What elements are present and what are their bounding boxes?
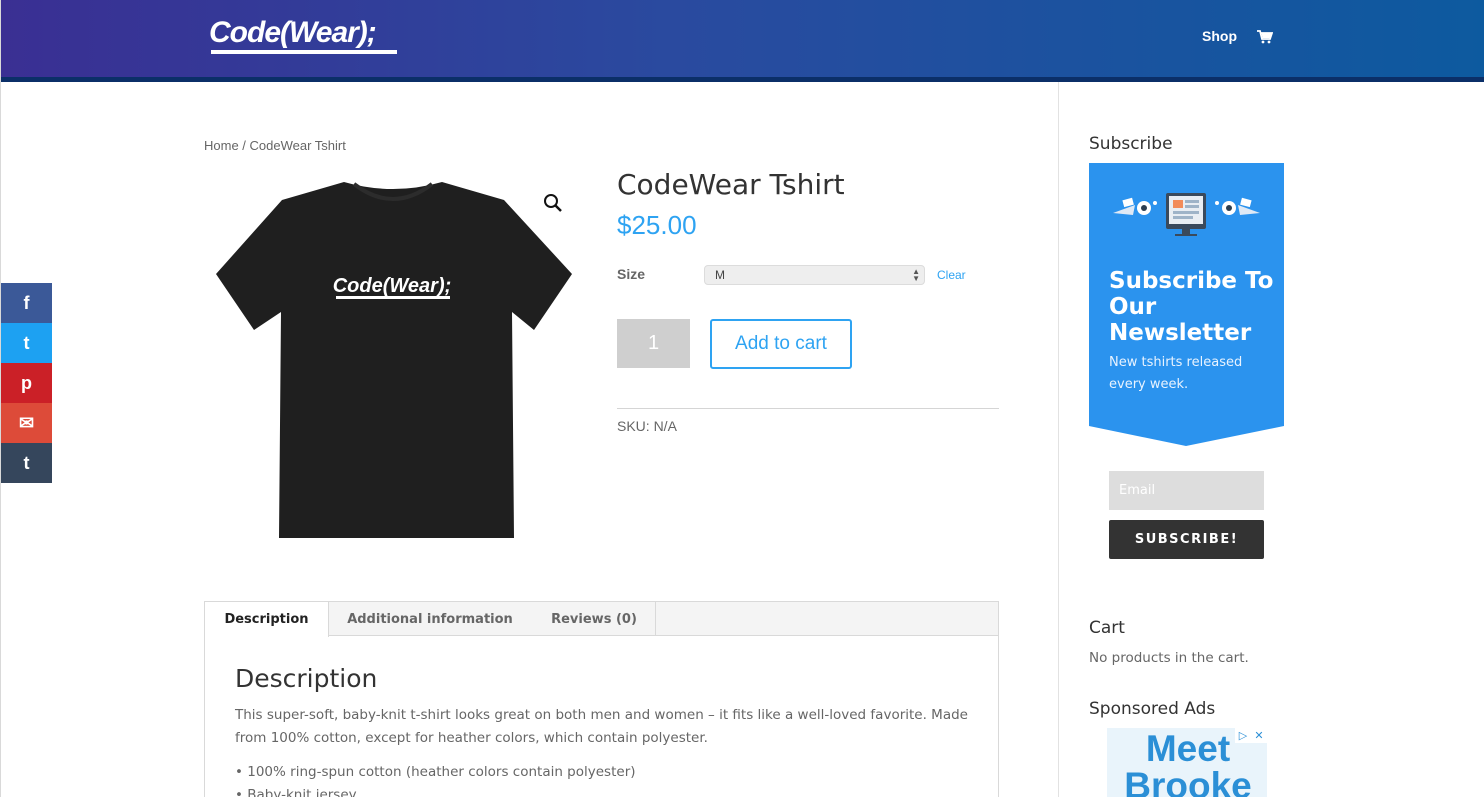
cart-heading: Cart — [1089, 618, 1125, 638]
product-price: $25.00 — [617, 210, 697, 240]
quantity-input[interactable]: 1 — [617, 319, 690, 368]
page: Code(Wear); Shop f t p ✉ t Home / CodeWe… — [0, 0, 1484, 797]
subscribe-title: Subscribe To Our Newsletter — [1109, 268, 1274, 346]
email-share-button[interactable]: ✉ — [1, 403, 52, 443]
tumblr-icon: t — [23, 452, 30, 473]
pinterest-share-button[interactable]: p — [1, 363, 52, 403]
pinterest-icon: p — [21, 372, 32, 393]
header-strip — [1, 77, 1484, 82]
twitter-icon: t — [23, 332, 30, 353]
logo-text: Code(Wear); — [209, 16, 377, 49]
site-header: Code(Wear); Shop — [1, 0, 1484, 82]
tab-additional-information[interactable]: Additional information — [331, 602, 529, 636]
magnify-icon[interactable] — [543, 193, 563, 213]
add-to-cart-button[interactable]: Add to cart — [710, 319, 852, 369]
description-text: This super-soft, baby-knit t-shirt looks… — [235, 707, 968, 746]
sidebar-divider — [1058, 82, 1059, 797]
email-field[interactable]: Email — [1109, 471, 1264, 510]
adchoices-icon[interactable]: ▷ — [1235, 728, 1251, 743]
description-heading: Description — [235, 664, 378, 693]
facebook-icon: f — [23, 292, 30, 313]
size-select-value: M — [715, 268, 725, 282]
email-icon: ✉ — [18, 412, 35, 433]
subscribe-button[interactable]: SUBSCRIBE! — [1109, 520, 1264, 559]
clear-variation-link[interactable]: Clear — [937, 268, 966, 282]
facebook-share-button[interactable]: f — [1, 283, 52, 323]
close-icon[interactable]: ✕ — [1251, 728, 1267, 743]
product-image[interactable]: Code(Wear); — [204, 170, 582, 550]
tab-separator — [655, 602, 656, 636]
tab-reviews[interactable]: Reviews (0) — [533, 602, 655, 636]
size-label: Size — [617, 266, 646, 282]
shopping-cart-icon[interactable] — [1257, 30, 1273, 44]
description-bullet: • Baby-knit jersey — [235, 787, 357, 797]
product-meta-divider — [617, 408, 999, 409]
breadcrumb[interactable]: Home / CodeWear Tshirt — [204, 138, 346, 153]
product-sku: SKU: N/A — [617, 418, 677, 434]
logo-underline — [211, 50, 397, 54]
sponsored-ad[interactable]: Meet Brooke ▷ ✕ — [1107, 728, 1267, 797]
subscribe-description: New tshirts released every week. — [1109, 355, 1243, 392]
tab-description[interactable]: Description — [205, 602, 329, 637]
subscribe-heading: Subscribe — [1089, 134, 1173, 154]
size-select[interactable]: M ▲ ▼ — [704, 265, 925, 285]
sponsored-ads-heading: Sponsored Ads — [1089, 699, 1216, 719]
site-logo[interactable]: Code(Wear); — [209, 16, 401, 58]
select-arrows-icon: ▲ ▼ — [912, 267, 920, 283]
product-title: CodeWear Tshirt — [617, 168, 845, 201]
nav-shop-link[interactable]: Shop — [1202, 28, 1237, 44]
twitter-share-button[interactable]: t — [1, 323, 52, 363]
tshirt-print: Code(Wear); — [333, 275, 452, 297]
ad-badges: ▷ ✕ — [1235, 728, 1267, 743]
cart-empty-text: No products in the cart. — [1089, 650, 1249, 666]
social-share-bar: f t p ✉ t — [1, 283, 52, 483]
description-bullet: • 100% ring-spun cotton (heather colors … — [235, 764, 636, 780]
tumblr-share-button[interactable]: t — [1, 443, 52, 483]
